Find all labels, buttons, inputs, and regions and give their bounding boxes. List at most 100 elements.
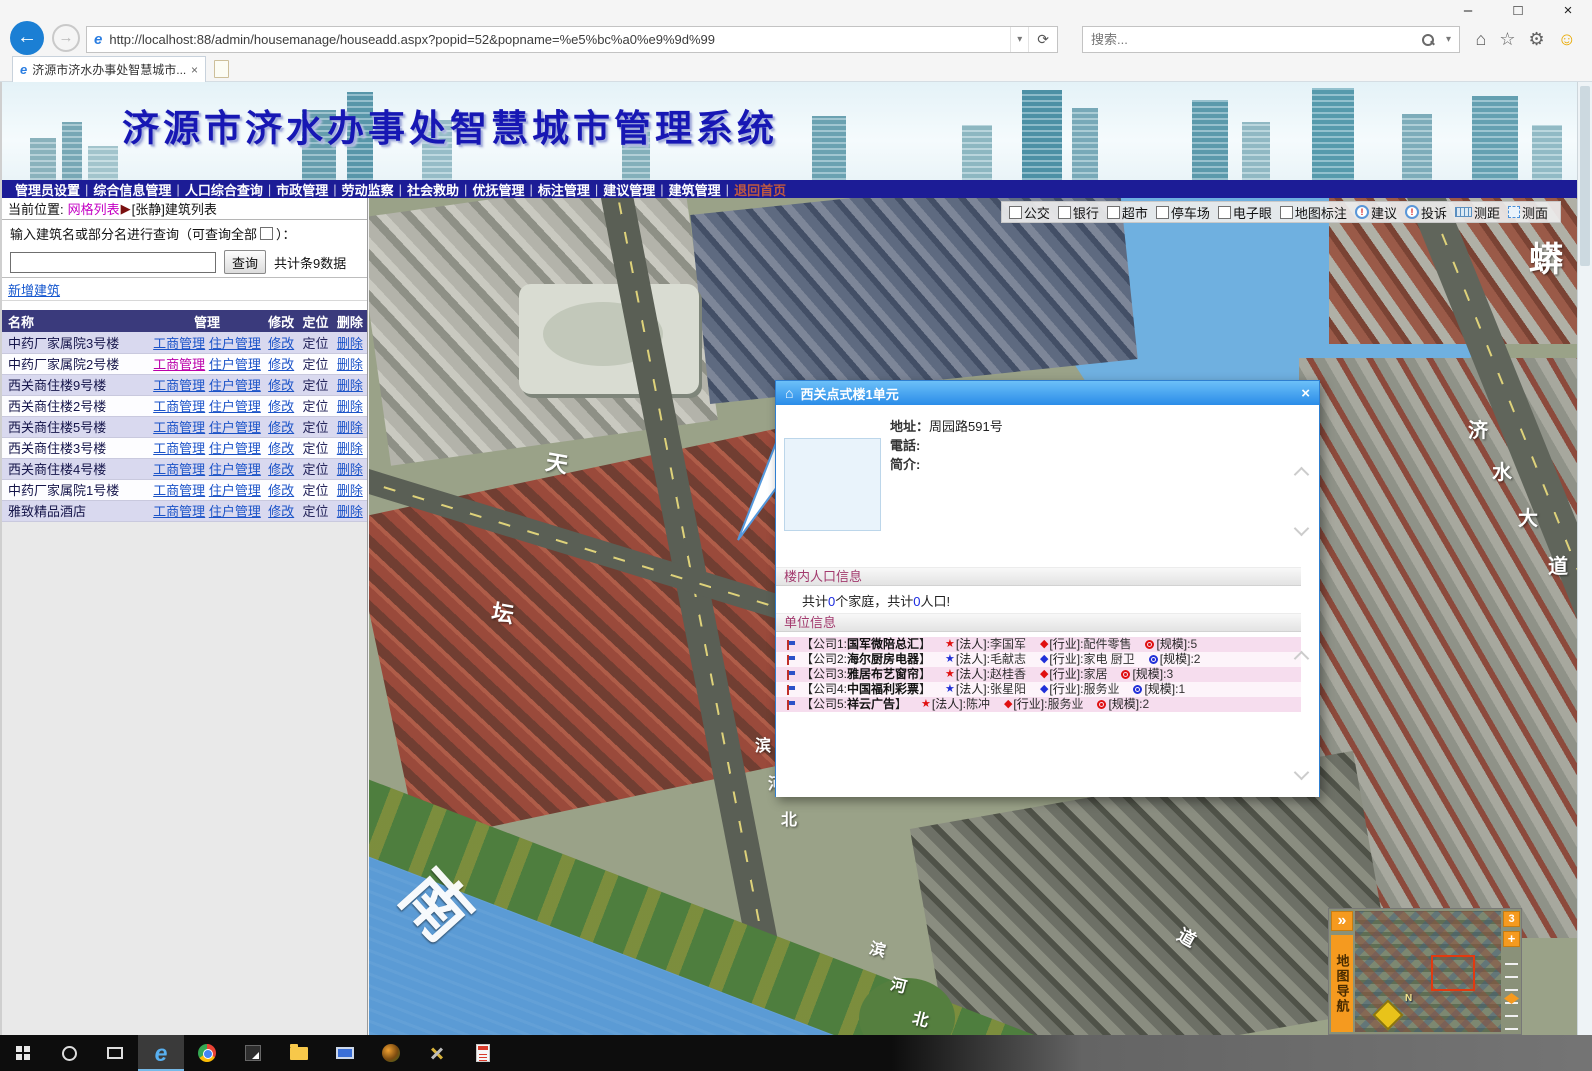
popup-close-icon[interactable]: × xyxy=(1301,385,1310,402)
layer-annotation[interactable]: 地图标注 xyxy=(1280,203,1347,222)
forward-button[interactable]: → xyxy=(52,24,80,52)
new-tab-button[interactable] xyxy=(214,60,229,78)
camera-checkbox[interactable] xyxy=(1218,206,1231,219)
taskbar-computer[interactable] xyxy=(322,1035,368,1071)
scroll-up-icon[interactable] xyxy=(1294,467,1310,483)
resident-manage-link[interactable]: 住户管理 xyxy=(209,399,261,414)
edit-link[interactable]: 修改 xyxy=(268,441,294,456)
locate-link[interactable]: 定位 xyxy=(302,441,328,456)
edit-link[interactable]: 修改 xyxy=(268,378,294,393)
resident-manage-link[interactable]: 住户管理 xyxy=(209,378,261,393)
nav-item-labor[interactable]: 劳动监察 xyxy=(337,180,399,199)
locate-link[interactable]: 定位 xyxy=(302,399,328,414)
start-button[interactable] xyxy=(0,1035,46,1071)
business-manage-link[interactable]: 工商管理 xyxy=(153,378,205,393)
favorites-icon[interactable]: ☆ xyxy=(1499,29,1515,50)
autocomplete-caret-icon[interactable]: ▾ xyxy=(1010,27,1028,52)
taskbar-app-dark[interactable] xyxy=(230,1035,276,1071)
minimap-zoom-in-button[interactable]: + xyxy=(1503,931,1520,947)
scroll-down-icon[interactable] xyxy=(1294,765,1310,781)
maximize-button[interactable]: □ xyxy=(1508,2,1528,19)
business-manage-link[interactable]: 工商管理 xyxy=(153,336,205,351)
search-icon[interactable] xyxy=(1422,34,1434,46)
business-manage-link[interactable]: 工商管理 xyxy=(153,441,205,456)
locate-link[interactable]: 定位 xyxy=(302,420,328,435)
search-box[interactable]: ▾ xyxy=(1082,26,1460,53)
layer-camera[interactable]: 电子眼 xyxy=(1218,203,1272,222)
nav-item-social-aid[interactable]: 社会救助 xyxy=(402,180,464,199)
feedback-icon[interactable]: ☺ xyxy=(1558,29,1576,50)
scrollbar-thumb[interactable] xyxy=(1580,86,1590,266)
task-view-button[interactable] xyxy=(92,1035,138,1071)
bus-checkbox[interactable] xyxy=(1009,206,1022,219)
minimap-viewport-rect[interactable] xyxy=(1431,955,1475,991)
taskbar-tools[interactable] xyxy=(414,1035,460,1071)
address-bar[interactable]: e http://localhost:88/admin/housemanage/… xyxy=(86,26,1058,53)
edit-link[interactable]: 修改 xyxy=(268,336,294,351)
popup-title-bar[interactable]: ⌂ 西关点式楼1单元 × xyxy=(776,381,1319,405)
url-text[interactable]: http://localhost:88/admin/housemanage/ho… xyxy=(109,32,1010,47)
scroll-down-icon[interactable] xyxy=(1294,521,1310,537)
complaint-tool[interactable]: !投诉 xyxy=(1405,203,1447,222)
suggest-tool[interactable]: !建议 xyxy=(1355,203,1397,222)
delete-link[interactable]: 删除 xyxy=(337,420,363,435)
resident-manage-link[interactable]: 住户管理 xyxy=(209,420,261,435)
delete-link[interactable]: 删除 xyxy=(337,357,363,372)
layer-supermarket[interactable]: 超市 xyxy=(1107,203,1148,222)
resident-manage-link[interactable]: 住户管理 xyxy=(209,336,261,351)
locate-link[interactable]: 定位 xyxy=(302,462,328,477)
business-manage-link[interactable]: 工商管理 xyxy=(153,462,205,477)
taskbar-explorer[interactable] xyxy=(276,1035,322,1071)
refresh-icon[interactable]: ⟳ xyxy=(1028,27,1057,52)
nav-item-population[interactable]: 人口综合查询 xyxy=(180,180,268,199)
nav-item-municipal[interactable]: 市政管理 xyxy=(271,180,333,199)
layer-bus[interactable]: 公交 xyxy=(1009,203,1050,222)
resident-manage-link[interactable]: 住户管理 xyxy=(209,441,261,456)
business-manage-link[interactable]: 工商管理 xyxy=(153,357,205,372)
business-manage-link[interactable]: 工商管理 xyxy=(153,420,205,435)
breadcrumb-grid-link[interactable]: 网格列表 xyxy=(68,199,120,218)
locate-link[interactable]: 定位 xyxy=(302,483,328,498)
taskbar-ie[interactable]: e xyxy=(138,1035,184,1071)
locate-link[interactable]: 定位 xyxy=(302,378,328,393)
building-name-input[interactable] xyxy=(10,252,216,273)
locate-link[interactable]: 定位 xyxy=(302,504,328,519)
nav-item-annotation[interactable]: 标注管理 xyxy=(533,180,595,199)
edit-link[interactable]: 修改 xyxy=(268,504,294,519)
delete-link[interactable]: 删除 xyxy=(337,336,363,351)
layer-parking[interactable]: 停车场 xyxy=(1156,203,1210,222)
close-button[interactable]: × xyxy=(1558,2,1578,19)
delete-link[interactable]: 删除 xyxy=(337,483,363,498)
taskbar-document[interactable] xyxy=(460,1035,506,1071)
resident-manage-link[interactable]: 住户管理 xyxy=(209,462,261,477)
parking-checkbox[interactable] xyxy=(1156,206,1169,219)
business-manage-link[interactable]: 工商管理 xyxy=(153,504,205,519)
locate-link[interactable]: 定位 xyxy=(302,357,328,372)
edit-link[interactable]: 修改 xyxy=(268,462,294,477)
measure-distance-tool[interactable]: 测距 xyxy=(1455,203,1500,222)
bank-checkbox[interactable] xyxy=(1058,206,1071,219)
resident-manage-link[interactable]: 住户管理 xyxy=(209,357,261,372)
back-button[interactable]: ← xyxy=(10,21,44,55)
edit-link[interactable]: 修改 xyxy=(268,357,294,372)
supermarket-checkbox[interactable] xyxy=(1107,206,1120,219)
search-input[interactable] xyxy=(1083,32,1422,47)
add-building-link[interactable]: 新增建筑 xyxy=(8,280,60,299)
nav-item-admin[interactable]: 管理员设置 xyxy=(10,180,85,199)
delete-link[interactable]: 删除 xyxy=(337,441,363,456)
nav-item-building[interactable]: 建筑管理 xyxy=(664,180,726,199)
edit-link[interactable]: 修改 xyxy=(268,399,294,414)
business-manage-link[interactable]: 工商管理 xyxy=(153,483,205,498)
settings-icon[interactable]: ⚙ xyxy=(1528,29,1544,50)
edit-link[interactable]: 修改 xyxy=(268,420,294,435)
minimize-button[interactable]: – xyxy=(1458,2,1478,19)
edit-link[interactable]: 修改 xyxy=(268,483,294,498)
nav-item-info[interactable]: 综合信息管理 xyxy=(88,180,176,199)
taskbar-chrome[interactable] xyxy=(184,1035,230,1071)
minimap-thumbnail[interactable]: N xyxy=(1355,911,1501,1032)
home-icon[interactable]: ⌂ xyxy=(1475,29,1486,50)
nav-item-suggestion[interactable]: 建议管理 xyxy=(598,180,660,199)
resident-manage-link[interactable]: 住户管理 xyxy=(209,483,261,498)
measure-area-tool[interactable]: 测面 xyxy=(1508,203,1548,222)
locate-link[interactable]: 定位 xyxy=(302,336,328,351)
